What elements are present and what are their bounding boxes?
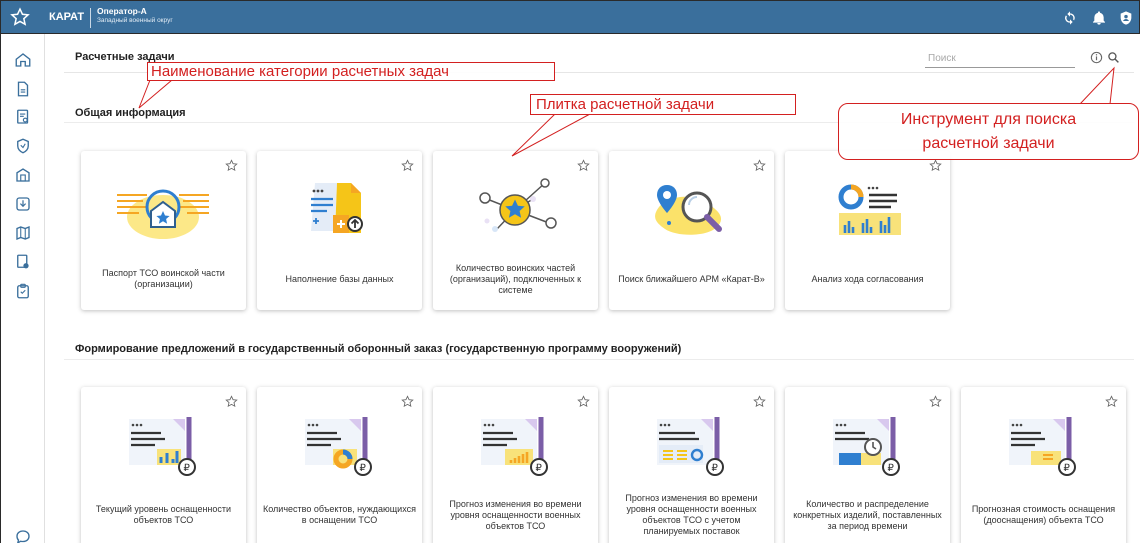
tile-label: Количество объектов, нуждающихся в оснащ…	[263, 504, 416, 525]
download-icon[interactable]	[14, 195, 32, 213]
annotation-search-tool-line1: Инструмент для поиска	[900, 111, 1077, 128]
star-icon[interactable]	[753, 159, 766, 172]
settings-document-icon[interactable]	[14, 253, 32, 271]
task-tile[interactable]: Поиск ближайшего АРМ «Карат-В»	[609, 151, 774, 310]
document-growth-ruble-illustration: ₽	[481, 417, 548, 476]
star-icon[interactable]	[10, 7, 30, 27]
star-icon[interactable]	[577, 395, 590, 408]
account-icon[interactable]	[1118, 10, 1134, 26]
annotation-search-tool-line2: расчетной задачи	[922, 135, 1055, 152]
document-clock-ruble-illustration: ₽	[833, 417, 900, 476]
tile-label: Поиск ближайшего АРМ «Карат-В»	[618, 273, 765, 284]
star-icon[interactable]	[577, 159, 590, 172]
document-bars-ruble-illustration: ₽	[129, 417, 196, 476]
tile-label: Паспорт ТСО воинской части (организации)	[102, 268, 225, 289]
task-tile[interactable]: ₽ Прогноз изменения во времени уровня ос…	[433, 387, 598, 543]
analysis-chart-illustration	[838, 184, 901, 235]
document-forecast-ruble-illustration: ₽	[657, 417, 724, 476]
top-bar: КАРАТ Оператор-А Западный военный округ	[0, 0, 1140, 34]
task-tile[interactable]: ₽ Прогнозная стоимость оснащения (доосна…	[961, 387, 1126, 543]
search-input[interactable]	[925, 49, 1065, 68]
clipboard-icon[interactable]	[14, 282, 32, 300]
divider	[64, 359, 1134, 360]
search-icon[interactable]	[1107, 51, 1120, 64]
search-box[interactable]	[925, 48, 1075, 68]
task-tile[interactable]: Наполнение базы данных	[257, 151, 422, 310]
task-tile[interactable]: ₽ Количество и распределение конкретных …	[785, 387, 950, 543]
chat-icon[interactable]	[14, 528, 32, 543]
network-star-illustration	[479, 178, 557, 232]
svg-text:₽: ₽	[536, 463, 543, 474]
star-icon[interactable]	[401, 395, 414, 408]
passport-illustration	[117, 189, 209, 239]
star-icon[interactable]	[401, 159, 414, 172]
annotation-category-name: Наименование категории расчетных задач	[147, 62, 555, 81]
document-icon[interactable]	[14, 80, 32, 98]
shield-icon[interactable]	[14, 137, 32, 155]
tile-label: Анализ хода согласования	[811, 273, 924, 284]
user-name: Оператор-А	[97, 6, 147, 16]
sidebar	[0, 34, 45, 543]
task-tile[interactable]: ₽ Прогноз изменения во времени уровня ос…	[609, 387, 774, 543]
section-title-general: Общая информация	[75, 107, 186, 119]
map-icon[interactable]	[14, 224, 32, 242]
svg-text:₽: ₽	[712, 463, 719, 474]
user-org: Западный военный округ	[97, 17, 173, 24]
report-icon[interactable]	[14, 108, 32, 126]
tile-label: Прогноз изменения во времени уровня осна…	[625, 493, 758, 536]
tile-label: Прогноз изменения во времени уровня осна…	[449, 498, 582, 531]
building-icon[interactable]	[14, 166, 32, 184]
tile-label: Текущий уровень оснащенности объектов ТС…	[95, 504, 232, 525]
tile-label: Прогнозная стоимость оснащения (дооснаще…	[971, 504, 1116, 525]
divider	[90, 8, 91, 28]
star-icon[interactable]	[225, 395, 238, 408]
info-icon[interactable]	[1090, 51, 1103, 64]
task-tile[interactable]: ₽ Количество объектов, нуждающихся в осн…	[257, 387, 422, 543]
task-tile[interactable]: ₽ Текущий уровень оснащенности объектов …	[81, 387, 246, 543]
sync-icon[interactable]	[1062, 10, 1078, 26]
svg-text:₽: ₽	[1064, 463, 1071, 474]
document-donut-ruble-illustration: ₽	[305, 417, 372, 476]
section-title-defense-order: Формирование предложений в государственн…	[75, 343, 682, 355]
task-tile[interactable]: Паспорт ТСО воинской части (организации)	[81, 151, 246, 310]
document-cost-ruble-illustration: ₽	[1009, 417, 1076, 476]
annotation-tile: Плитка расчетной задачи	[530, 94, 796, 115]
svg-text:₽: ₽	[360, 463, 367, 474]
map-search-illustration	[655, 185, 722, 235]
svg-text:₽: ₽	[888, 463, 895, 474]
task-tile[interactable]: Анализ хода согласования	[785, 151, 950, 310]
tile-label: Количество и распределение конкретных из…	[793, 498, 942, 531]
svg-text:₽: ₽	[184, 463, 191, 474]
star-icon[interactable]	[1105, 395, 1118, 408]
star-icon[interactable]	[929, 395, 942, 408]
database-fill-illustration	[311, 183, 363, 233]
task-tile[interactable]: Количество воинских частей (организаций)…	[433, 151, 598, 310]
tile-label: Количество воинских частей (организаций)…	[449, 262, 582, 295]
tile-label: Наполнение базы данных	[285, 273, 394, 284]
star-icon[interactable]	[225, 159, 238, 172]
home-icon[interactable]	[14, 51, 32, 69]
star-icon[interactable]	[753, 395, 766, 408]
star-icon[interactable]	[929, 159, 942, 172]
bell-icon[interactable]	[1091, 10, 1107, 26]
annotation-search-tool: Инструмент для поиска расчетной задачи	[838, 103, 1139, 160]
app-brand[interactable]: КАРАТ	[49, 11, 84, 23]
user-block[interactable]: Оператор-А Западный военный округ	[97, 6, 173, 26]
